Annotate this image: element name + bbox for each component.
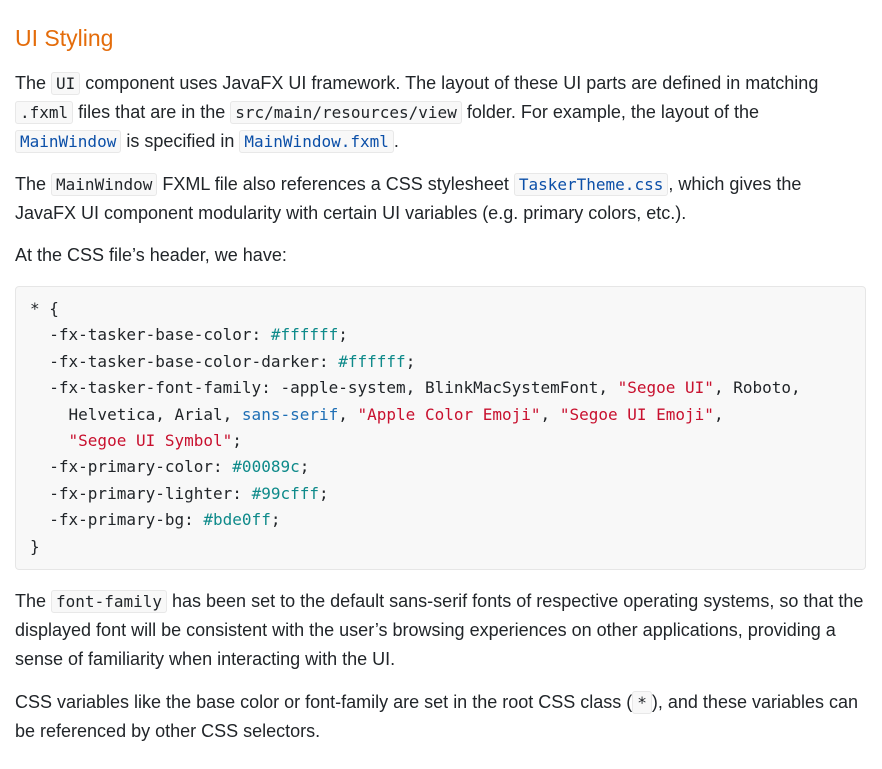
paragraph-font-family: The font-family has been set to the defa… xyxy=(15,587,866,674)
text: component uses JavaFX UI framework. The … xyxy=(80,73,819,93)
code-text: , Roboto, xyxy=(713,378,801,398)
inline-code-font-family: font-family xyxy=(51,590,167,614)
text: CSS variables like the base color or fon… xyxy=(15,692,633,713)
code-string: "Segoe UI Symbol" xyxy=(68,431,233,451)
text: FXML file also references a CSS styleshe… xyxy=(157,174,514,194)
text: The xyxy=(15,174,52,194)
text: files that are in the xyxy=(73,102,231,122)
code-color-value: #99cfff xyxy=(251,483,319,503)
code-punct: ; xyxy=(319,483,329,503)
inline-code-star: * xyxy=(632,691,652,715)
code-link-mainwindow-fxml[interactable]: MainWindow.fxml xyxy=(239,130,394,153)
paragraph-ui-layout: The UI component uses JavaFX UI framewor… xyxy=(15,69,866,156)
code-punct: ; xyxy=(270,510,281,530)
inline-code-fxml: .fxml xyxy=(15,101,74,124)
code-punct: , xyxy=(540,404,560,424)
code-punct: , xyxy=(338,404,358,424)
code-color-value: #bde0ff xyxy=(203,510,271,530)
code-property: -fx-tasker-base-color-darker: xyxy=(30,351,339,371)
text: The xyxy=(15,73,52,93)
code-text: Helvetica, Arial, xyxy=(30,404,242,424)
paragraph-stylesheet: The MainWindow FXML file also references… xyxy=(15,170,866,228)
code-string: "Apple Color Emoji" xyxy=(357,404,541,424)
inline-code-view-folder: src/main/resources/view xyxy=(230,101,462,124)
text: folder. For example, the layout of the xyxy=(461,102,759,122)
code-punct: ; xyxy=(299,457,310,477)
code-punct: ; xyxy=(232,431,242,451)
css-code-block: * { -fx-tasker-base-color: #ffffff; -fx-… xyxy=(15,286,866,571)
paragraph-css-header: At the CSS file’s header, we have: xyxy=(15,245,287,265)
code-keyword: sans-serif xyxy=(241,404,339,424)
paragraph-css-variables: CSS variables like the base color or fon… xyxy=(15,688,866,746)
code-link-mainwindow[interactable]: MainWindow xyxy=(15,130,122,153)
code-property: -fx-primary-bg: xyxy=(30,510,204,530)
code-string: "Segoe UI" xyxy=(617,378,714,398)
section-heading: UI Styling xyxy=(15,25,114,51)
code-color-value: #ffffff xyxy=(270,325,339,345)
text: The xyxy=(15,591,52,612)
code-line: * { xyxy=(30,299,59,318)
code-punct: ; xyxy=(405,351,416,371)
code-punct: , xyxy=(713,404,724,424)
code-color-value: #ffffff xyxy=(338,351,406,371)
code-property: -fx-tasker-font-family: -apple-system, B… xyxy=(30,378,618,398)
code-property: -fx-tasker-base-color: xyxy=(30,325,271,345)
document-page: UI Styling The UI component uses JavaFX … xyxy=(0,0,882,746)
code-property: -fx-primary-color: xyxy=(30,457,233,477)
code-link-taskertheme-css[interactable]: TaskerTheme.css xyxy=(513,173,669,196)
code-punct: ; xyxy=(338,325,348,345)
text: is specified in xyxy=(121,131,240,151)
inline-code-mainwindow: MainWindow xyxy=(51,173,158,196)
text: . xyxy=(393,131,399,151)
inline-code-ui: UI xyxy=(51,72,81,95)
code-string: "Segoe UI Emoji" xyxy=(559,404,714,424)
code-color-value: #00089c xyxy=(232,457,300,477)
code-line: } xyxy=(30,536,40,556)
code-property: -fx-primary-lighter: xyxy=(30,483,252,503)
